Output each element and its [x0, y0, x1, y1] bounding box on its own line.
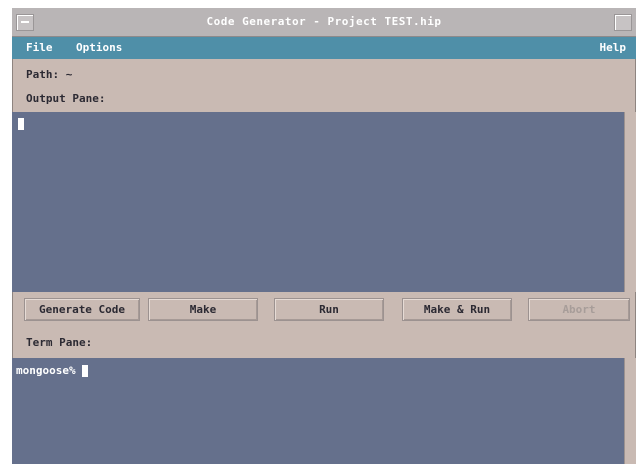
menu-file[interactable]: File — [26, 41, 53, 54]
window-title: Code Generator - Project TEST.hip — [206, 15, 442, 28]
generate-code-button[interactable]: Generate Code — [24, 298, 140, 321]
term-pane[interactable]: mongoose% — [12, 358, 624, 464]
term-prompt: mongoose% — [16, 364, 76, 377]
term-pane-label: Term Pane: — [26, 336, 93, 349]
run-button[interactable]: Run — [274, 298, 384, 321]
maximize-button[interactable] — [614, 14, 632, 31]
make-and-run-button[interactable]: Make & Run — [402, 298, 512, 321]
title-bar[interactable]: Code Generator - Project TEST.hip — [12, 8, 636, 37]
menu-bar: File Options Help — [12, 37, 636, 59]
menu-options[interactable]: Options — [76, 41, 122, 54]
output-pane[interactable] — [12, 112, 624, 292]
path-label: Path: ~ — [26, 68, 73, 81]
action-buttons-row: Generate Code Make Run Make & Run Abort — [12, 296, 636, 322]
code-generator-window: Code Generator - Project TEST.hip File O… — [12, 8, 636, 464]
make-button[interactable]: Make — [148, 298, 258, 321]
term-line: mongoose% — [16, 364, 89, 377]
abort-button[interactable]: Abort — [528, 298, 630, 321]
term-cursor — [82, 365, 89, 377]
output-pane-label: Output Pane: — [26, 92, 106, 105]
output-scrollbar[interactable] — [624, 112, 636, 292]
output-cursor — [18, 118, 24, 130]
term-scrollbar[interactable] — [624, 358, 636, 464]
menu-help[interactable]: Help — [600, 41, 627, 54]
